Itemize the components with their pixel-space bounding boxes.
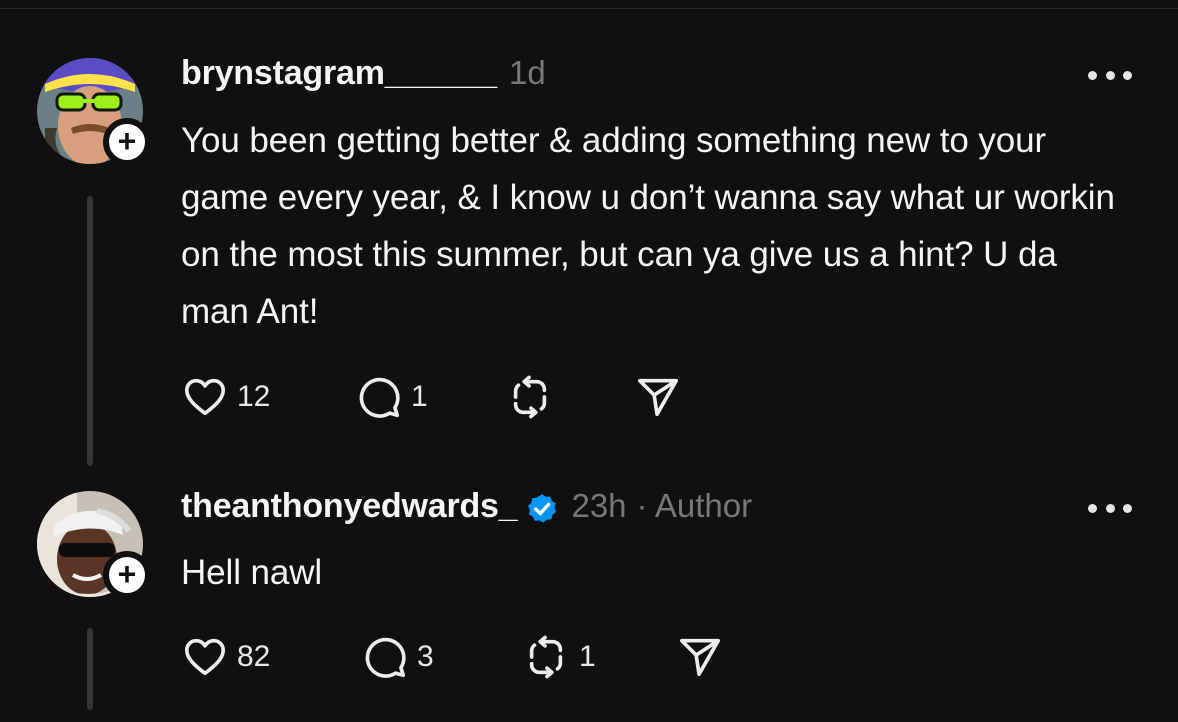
more-icon-dot — [1123, 70, 1132, 80]
more-icon-dot — [1088, 70, 1097, 80]
comment-icon — [355, 374, 403, 420]
more-options-button[interactable] — [1088, 65, 1132, 85]
reply-count: 3 — [417, 640, 434, 673]
action-bar: 82 3 1 — [181, 632, 725, 682]
plus-icon: + — [117, 122, 137, 159]
reply-button[interactable]: 1 — [355, 374, 505, 420]
more-icon-dot — [1123, 503, 1132, 513]
repost-icon — [505, 374, 555, 420]
avatar-wrap: + — [37, 491, 151, 599]
like-button[interactable]: 82 — [181, 634, 361, 680]
post-header: brynstagram______ 1d — [181, 54, 546, 93]
like-count: 82 — [237, 640, 271, 673]
repost-count: 1 — [579, 640, 596, 673]
like-button[interactable]: 12 — [181, 374, 355, 420]
follow-button[interactable]: + — [103, 118, 151, 166]
more-icon-dot — [1105, 70, 1115, 80]
action-bar: 12 1 — [181, 372, 683, 422]
username[interactable]: theanthonyedwards_ — [181, 487, 518, 526]
share-button[interactable] — [633, 374, 683, 420]
more-icon-dot — [1105, 503, 1115, 513]
reply-button[interactable]: 3 — [361, 634, 521, 680]
send-icon — [633, 374, 683, 420]
heart-icon — [181, 634, 229, 680]
comment-icon — [361, 634, 409, 680]
heart-icon — [181, 374, 229, 420]
verified-badge-icon — [525, 492, 559, 526]
post-text: You been getting better & adding somethi… — [181, 121, 1115, 331]
reply-count: 1 — [411, 380, 428, 413]
like-count: 12 — [237, 380, 271, 413]
post-text: Hell nawl — [181, 553, 323, 592]
send-icon — [675, 634, 725, 680]
follow-button[interactable]: + — [103, 551, 151, 599]
thread-line — [87, 196, 93, 466]
author-tag: · Author — [636, 487, 753, 524]
repost-button[interactable] — [505, 374, 633, 420]
timestamp: 1d — [509, 54, 546, 91]
timestamp: 23h — [571, 487, 627, 524]
more-options-button[interactable] — [1088, 498, 1132, 518]
thread-line — [87, 628, 93, 710]
top-divider — [0, 0, 1178, 9]
post-header: theanthonyedwards_ 23h · Author — [181, 487, 752, 526]
repost-icon — [521, 634, 571, 680]
avatar-wrap: + — [37, 58, 151, 166]
username[interactable]: brynstagram______ — [181, 54, 497, 93]
more-icon-dot — [1088, 503, 1097, 513]
repost-button[interactable]: 1 — [521, 634, 675, 680]
plus-icon: + — [117, 555, 137, 592]
share-button[interactable] — [675, 634, 725, 680]
